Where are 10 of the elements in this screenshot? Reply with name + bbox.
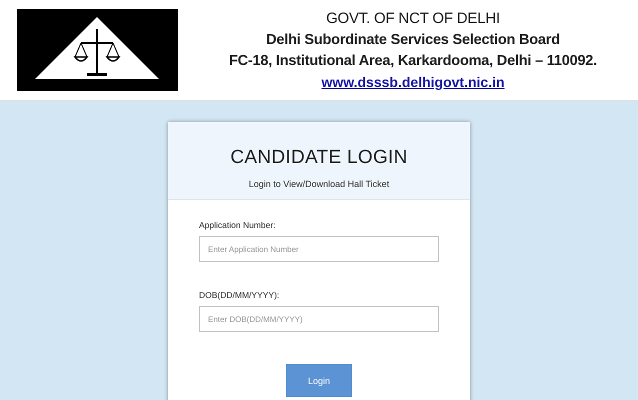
login-subtitle: Login to View/Download Hall Ticket [248,179,390,189]
website-link[interactable]: www.dsssb.delhigovt.nic.in [321,72,505,92]
header-text: FC-18, Institutional Area, Karkardooma, Delhi – 110092. [228,52,597,70]
input-field[interactable]: Enter DOB(DD/MM/YYYY) [199,306,439,332]
login-title: CANDIDATE LOGIN [230,147,408,169]
field-label: Application Number: [199,220,277,230]
field-label: DOB(DD/MM/YYYY): [199,290,280,300]
header-text: Delhi Subordinate Services Selection Board [266,30,560,50]
header-text: GOVT. OF NCT OF DELHI [326,8,500,28]
input-field[interactable]: Enter Application Number [199,236,439,262]
